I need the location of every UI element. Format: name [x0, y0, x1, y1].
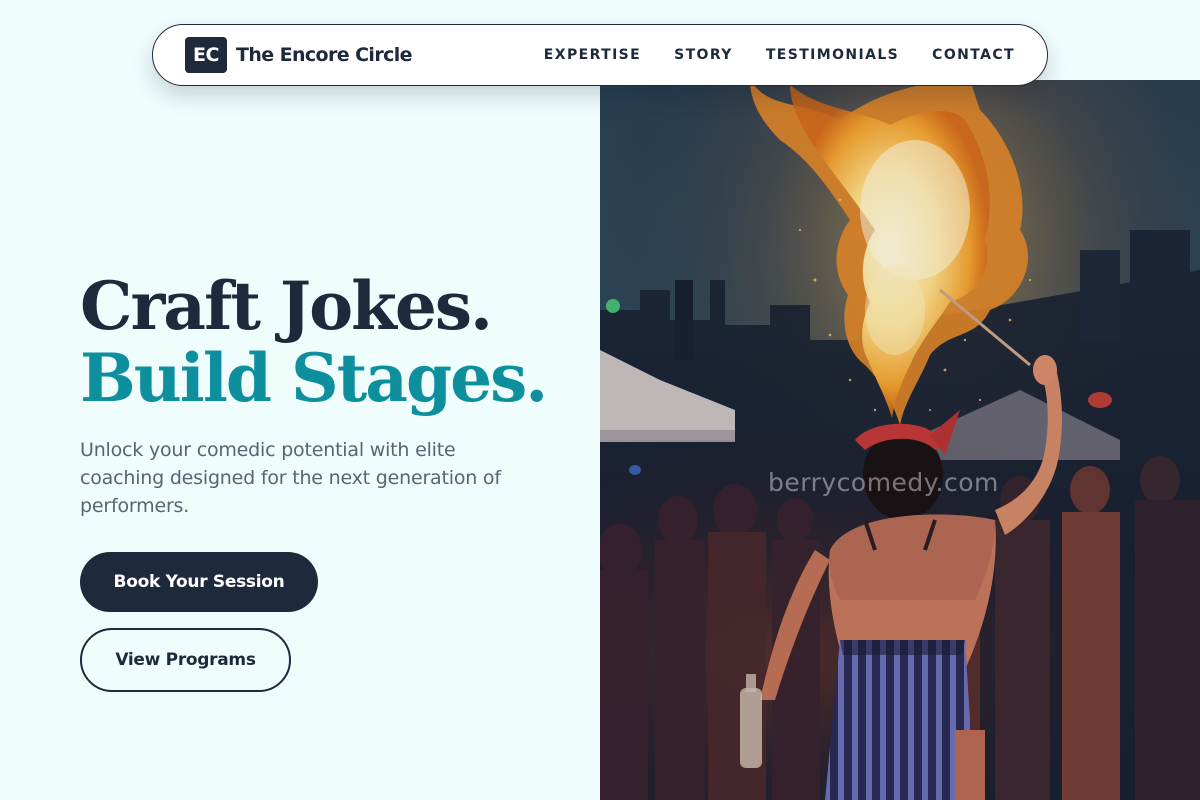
hero-subtext: Unlock your comedic potential with elite…	[80, 439, 501, 517]
brand-name[interactable]: The Encore Circle	[236, 44, 413, 66]
view-programs-button[interactable]: View Programs	[80, 628, 291, 692]
nav-link-contact[interactable]: CONTACT	[932, 47, 1015, 63]
top-nav: EC The Encore Circle EXPERTISE STORY TES…	[152, 24, 1048, 86]
book-session-button[interactable]: Book Your Session	[80, 552, 318, 612]
nav-link-testimonials[interactable]: TESTIMONIALS	[766, 47, 899, 63]
hero-headline: Craft Jokes. Build Stages.	[80, 267, 548, 417]
fire-breather-illustration	[600, 80, 1200, 800]
nav-links: EXPERTISE STORY TESTIMONIALS CONTACT	[544, 47, 1015, 63]
nav-link-story[interactable]: STORY	[674, 47, 733, 63]
brand-logo[interactable]: EC	[185, 37, 227, 73]
brand[interactable]: EC The Encore Circle	[185, 37, 413, 73]
hero-photo: berrycomedy.com	[600, 80, 1200, 800]
headline-line-2: Build Stages.	[80, 339, 548, 417]
headline-line-1: Craft Jokes.	[80, 267, 493, 345]
photo-watermark: berrycomedy.com	[768, 468, 999, 497]
nav-link-expertise[interactable]: EXPERTISE	[544, 47, 641, 63]
